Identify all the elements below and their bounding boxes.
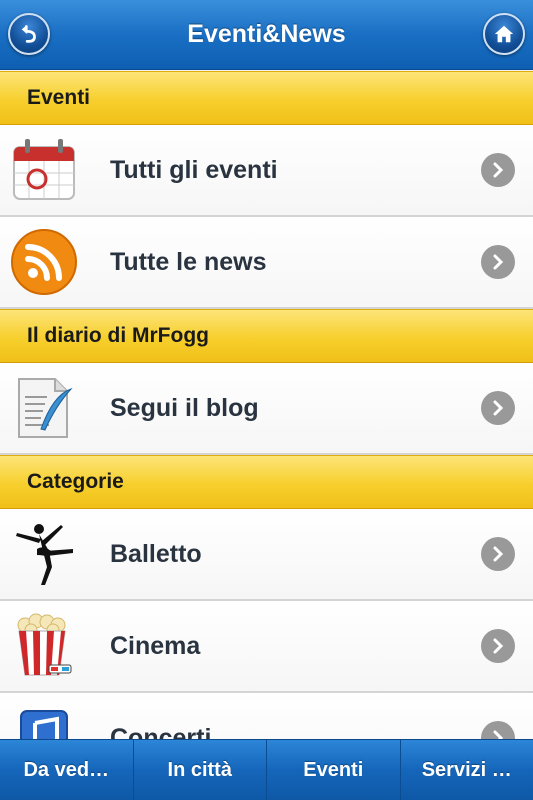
chevron-right-icon xyxy=(481,153,515,187)
list-item-label: Tutte le news xyxy=(110,247,267,276)
list-item-segui-il-blog[interactable]: Segui il blog xyxy=(0,363,533,455)
ballet-dancer-icon xyxy=(0,510,88,598)
back-button[interactable] xyxy=(8,13,50,55)
section-header-diario: Il diario di MrFogg xyxy=(0,309,533,363)
blog-document-icon xyxy=(0,364,88,452)
list-item-label: Tutti gli eventi xyxy=(110,155,278,184)
tab-da-vedere[interactable]: Da ved… xyxy=(0,740,134,800)
list-item-tutti-gli-eventi[interactable]: Tutti gli eventi xyxy=(0,125,533,217)
home-button[interactable] xyxy=(483,13,525,55)
chevron-right-icon xyxy=(481,537,515,571)
calendar-icon xyxy=(0,126,88,214)
list-item-balletto[interactable]: Balletto xyxy=(0,509,533,601)
list-item-label: Balletto xyxy=(110,539,202,568)
popcorn-icon xyxy=(0,602,88,690)
section-header-eventi: Eventi xyxy=(0,71,533,125)
chevron-right-icon xyxy=(481,391,515,425)
list-item-concerti[interactable]: Concerti xyxy=(0,693,533,739)
home-icon xyxy=(494,25,514,43)
bottom-tabbar: Da ved… In città Eventi Servizi … xyxy=(0,739,533,800)
tab-servizi[interactable]: Servizi … xyxy=(401,740,533,800)
list-item-label: Cinema xyxy=(110,631,201,660)
chevron-right-icon xyxy=(481,629,515,663)
chevron-right-icon xyxy=(481,245,515,279)
tab-in-citta[interactable]: In città xyxy=(134,740,267,800)
list-item-label: Segui il blog xyxy=(110,393,259,422)
section-header-categorie: Categorie xyxy=(0,455,533,509)
music-note-icon xyxy=(0,694,88,739)
top-navbar: Eventi&News xyxy=(0,0,533,70)
back-arrow-icon xyxy=(21,24,36,43)
page-title: Eventi&News xyxy=(187,20,346,48)
list-item-tutte-le-news[interactable]: Tutte le news xyxy=(0,217,533,309)
tab-eventi[interactable]: Eventi xyxy=(267,740,401,800)
list-item-cinema[interactable]: Cinema xyxy=(0,601,533,693)
rss-icon xyxy=(0,218,88,306)
list-item-label: Concerti xyxy=(110,723,212,740)
list-content: Eventi Tutti gli eventi Tutte le news Il… xyxy=(0,71,533,739)
